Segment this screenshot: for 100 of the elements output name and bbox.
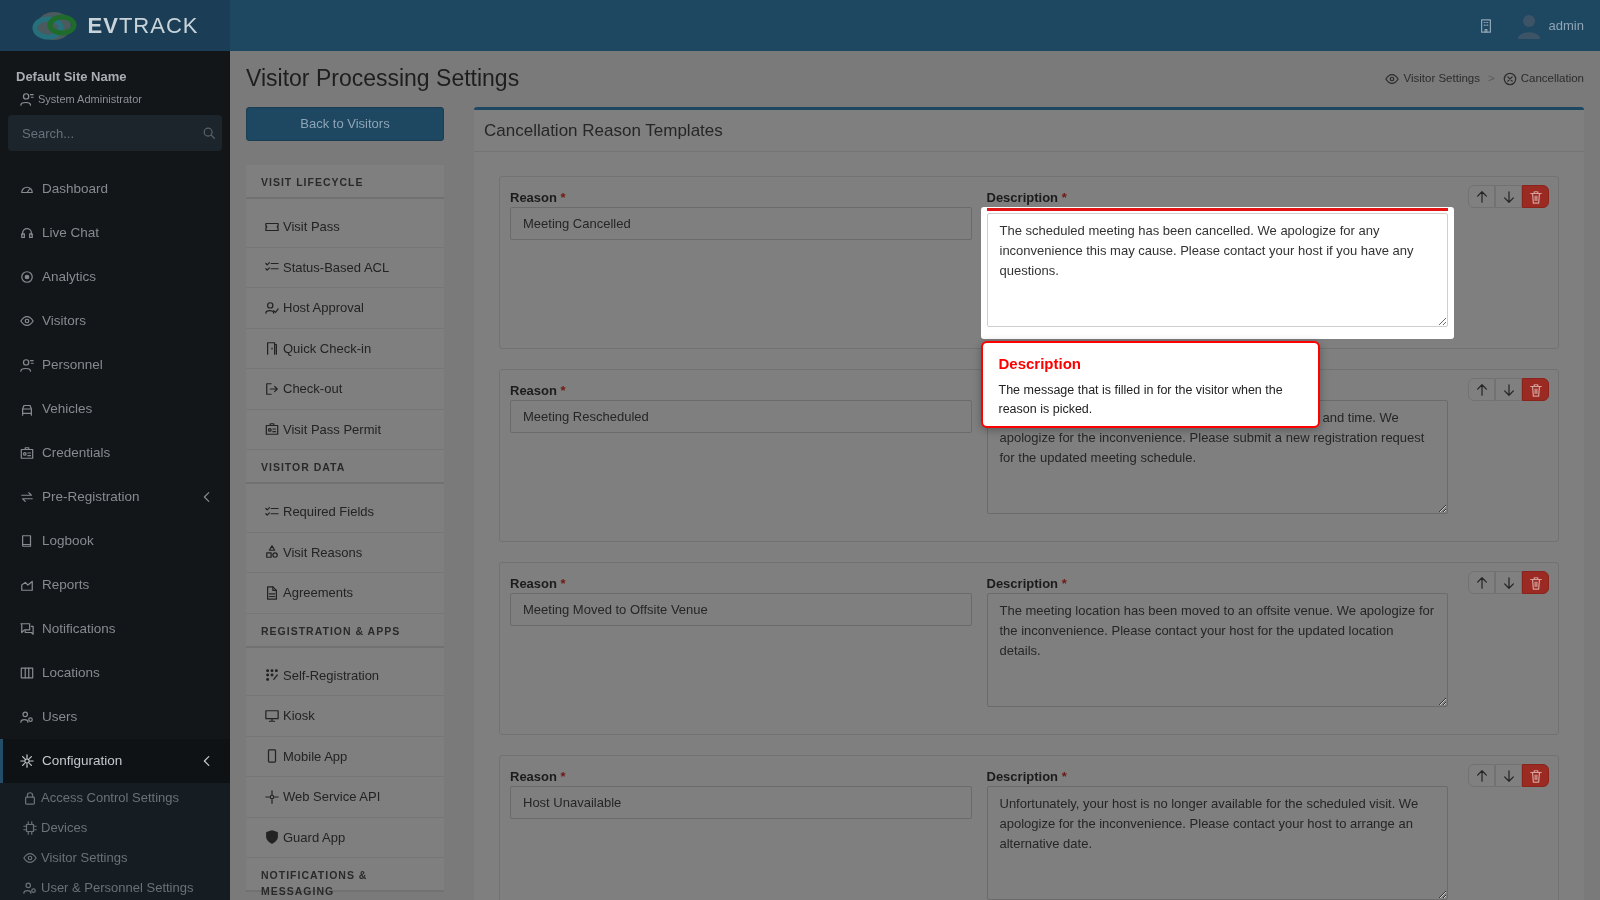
arrow-down-icon (1501, 189, 1516, 204)
chart-icon (20, 578, 34, 592)
person-check-icon (265, 300, 279, 315)
door-icon (265, 341, 279, 356)
move-down-button[interactable] (1495, 764, 1522, 787)
reason-field[interactable]: Meeting Rescheduled (510, 400, 972, 433)
move-down-button[interactable] (1495, 378, 1522, 401)
sidebar-item[interactable]: Logbook (0, 519, 230, 563)
document-icon (265, 585, 279, 600)
arrow-down-icon (1501, 382, 1516, 397)
settings-nav-item[interactable]: Kiosk (246, 696, 444, 737)
sidebar-item[interactable]: Pre-Registration (0, 475, 230, 519)
phone-icon (265, 749, 279, 764)
sidebar-item[interactable]: Reports (0, 563, 230, 607)
section-heading: REGISTRATION & APPS (246, 613, 444, 648)
move-up-button[interactable] (1468, 378, 1495, 401)
settings-nav-item[interactable]: Self-Registration (246, 655, 444, 696)
user-name[interactable]: admin (1548, 15, 1584, 36)
field-label: Reason * (510, 383, 566, 398)
arrow-up-icon (1474, 189, 1489, 204)
section-heading: VISITOR DATA (246, 450, 444, 484)
sidebar-item[interactable]: Locations (0, 651, 230, 695)
eye-icon (23, 851, 37, 865)
building-icon[interactable] (1478, 18, 1493, 33)
arrow-up-icon (1474, 768, 1489, 783)
move-up-button[interactable] (1468, 571, 1495, 594)
field-label: Reason * (510, 769, 566, 784)
section-heading: VISIT LIFECYCLE (246, 165, 444, 199)
person-icon (20, 91, 34, 106)
x-circle-icon (1502, 72, 1517, 86)
delete-button[interactable] (1522, 571, 1549, 594)
sidebar-item[interactable]: Personnel (0, 343, 230, 387)
settings-nav-item[interactable]: Web Service API (246, 777, 444, 818)
delete-button[interactable] (1522, 764, 1549, 787)
settings-nav-item[interactable]: Visit Reasons (246, 532, 444, 573)
sidebar-item[interactable]: Analytics (0, 255, 230, 299)
arrows-icon (20, 490, 34, 504)
sidebar-item[interactable]: Credentials (0, 431, 230, 475)
settings-nav-item[interactable]: Status-Based ACL (246, 247, 444, 288)
chip-icon (23, 821, 37, 835)
car-icon (20, 402, 34, 416)
reason-field[interactable]: Host Unavailable (510, 786, 972, 819)
trash-icon (1528, 382, 1543, 397)
arrow-down-icon (1501, 768, 1516, 783)
sidebar-item[interactable]: Vehicles (0, 387, 230, 431)
trash-icon (1528, 768, 1543, 783)
settings-nav-item[interactable]: Quick Check-in (246, 328, 444, 369)
target-icon (20, 270, 34, 284)
sidebar-subitem[interactable]: Devices (0, 813, 230, 843)
page-title: Visitor Processing Settings (246, 65, 520, 93)
site-name: Default Site Name (16, 68, 128, 86)
breadcrumb-link[interactable]: Cancellation (1502, 70, 1584, 88)
sidebar-item[interactable]: Users (0, 695, 230, 739)
back-button[interactable]: Back to Visitors (246, 107, 444, 141)
delete-button[interactable] (1522, 185, 1549, 208)
description-field[interactable]: The meeting location has been moved to an offsite venue. We apologize for the inconvenience. Please contact your host for the updated location details. (986, 593, 1448, 707)
settings-nav-item[interactable]: Visit Pass (246, 207, 444, 248)
sidebar-item[interactable]: Live Chat (0, 211, 230, 255)
move-up-button[interactable] (1468, 764, 1495, 787)
description-field[interactable]: The scheduled meeting has been cancelled. We apologize for any inconvenience this may cause. Please contact your host if you have any questions. (986, 213, 1448, 327)
chat-icon (20, 622, 34, 636)
field-label: Description * (986, 190, 1067, 205)
move-up-button[interactable] (1468, 185, 1495, 208)
book-icon (20, 534, 34, 548)
breadcrumb-separator: > (1488, 71, 1495, 87)
description-field[interactable]: Unfortunately, your host is no longer available for the scheduled visit. We apologize for the inconvenience. Please contact your host to arrange an alternative date. (986, 786, 1448, 900)
dots-icon (265, 668, 279, 683)
reason-field[interactable]: Meeting Moved to Offsite Venue (510, 593, 972, 626)
arrow-up-icon (1474, 382, 1489, 397)
sidebar-subitem[interactable]: Visitor Settings (0, 843, 230, 873)
move-down-button[interactable] (1495, 571, 1522, 594)
network-icon (265, 789, 279, 804)
shield-icon (265, 830, 279, 845)
monitor-icon (265, 708, 279, 723)
lock-icon (23, 791, 37, 805)
reason-field[interactable]: Meeting Cancelled (510, 207, 972, 240)
settings-nav-item[interactable]: Mobile App (246, 736, 444, 777)
settings-nav-item[interactable]: Check-out (246, 369, 444, 410)
logo-text: EVTRACK (87, 12, 199, 40)
shapes-icon (265, 545, 279, 560)
sidebar-item[interactable]: Configuration (0, 739, 230, 783)
field-label: Reason * (510, 190, 566, 205)
id-card-icon (20, 446, 34, 460)
sidebar-item[interactable]: Notifications (0, 607, 230, 651)
sidebar-item[interactable]: Visitors (0, 299, 230, 343)
settings-nav-item[interactable]: Required Fields (246, 492, 444, 533)
arrow-down-icon (1501, 575, 1516, 590)
tooltip-title: Description (998, 354, 1082, 374)
user-gear-icon (20, 710, 34, 724)
breadcrumb-link[interactable]: Visitor Settings (1385, 70, 1480, 88)
sidebar-subitem[interactable]: User & Personnel Settings (0, 873, 230, 900)
sidebar-subitem[interactable]: Access Control Settings (0, 783, 230, 813)
headset-icon (20, 226, 34, 240)
search-field[interactable]: Search... (8, 115, 222, 151)
move-down-button[interactable] (1495, 185, 1522, 208)
settings-nav-item[interactable]: Agreements (246, 573, 444, 614)
delete-button[interactable] (1522, 378, 1549, 401)
settings-nav-item[interactable]: Host Approval (246, 288, 444, 329)
sidebar-item[interactable]: Dashboard (0, 167, 230, 211)
user-gear-icon (23, 881, 37, 895)
